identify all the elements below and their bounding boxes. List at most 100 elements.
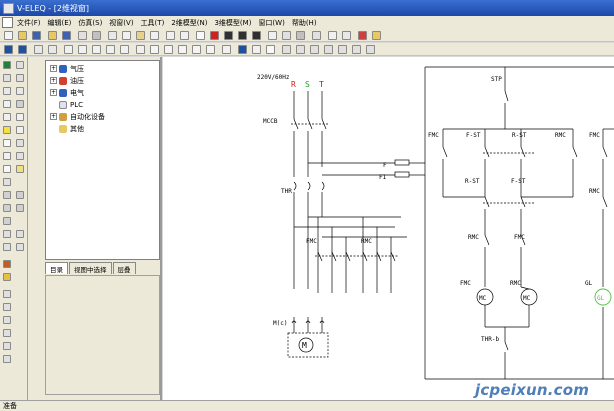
mirror5-tool-icon[interactable]: [3, 342, 11, 350]
distribute-3-icon[interactable]: [310, 45, 319, 54]
tree-item-electrical[interactable]: + 电气: [50, 87, 84, 98]
connect-icon[interactable]: [282, 31, 291, 40]
align-left-icon[interactable]: [64, 45, 73, 54]
print-preview-icon[interactable]: [92, 31, 101, 40]
menu-simulate[interactable]: 仿真(S): [78, 18, 102, 28]
copy-tool-icon[interactable]: [16, 61, 24, 69]
menu-2d-model[interactable]: 2维模型(N): [171, 18, 207, 28]
rectangle-tool-icon[interactable]: [3, 139, 11, 147]
copy-icon[interactable]: [122, 31, 131, 40]
book-icon[interactable]: [358, 31, 367, 40]
pause-icon[interactable]: [238, 31, 247, 40]
save-icon[interactable]: [32, 31, 41, 40]
wire-icon[interactable]: [268, 31, 277, 40]
measure-tool-icon[interactable]: [3, 126, 11, 134]
tree-item-automation[interactable]: + 自动化设备: [50, 111, 105, 122]
spring2-tool-icon[interactable]: [16, 230, 24, 238]
select-tool-icon[interactable]: [3, 61, 11, 69]
paint-tool-icon[interactable]: [3, 273, 11, 281]
zoom-all-icon[interactable]: [206, 45, 215, 54]
tab-view-selection[interactable]: 视图中选择: [69, 262, 112, 274]
view-2d-icon[interactable]: [4, 45, 13, 54]
align-bottom-icon[interactable]: [120, 45, 129, 54]
gear2-tool-icon[interactable]: [16, 191, 24, 199]
fill-tool-icon[interactable]: [16, 152, 24, 160]
pen-tool-icon[interactable]: [16, 100, 24, 108]
sprocket2-tool-icon[interactable]: [16, 204, 24, 212]
circle-tool-icon[interactable]: [3, 100, 11, 108]
view-panel-icon[interactable]: [48, 45, 57, 54]
delete-icon[interactable]: [150, 31, 159, 40]
zoom-fit-icon[interactable]: [178, 45, 187, 54]
paste-icon[interactable]: [136, 31, 145, 40]
page-icon[interactable]: [196, 31, 205, 40]
zoom-out-icon[interactable]: [164, 45, 173, 54]
arc-tool-icon[interactable]: [16, 74, 24, 82]
mirror3-tool-icon[interactable]: [3, 316, 11, 324]
distribute-1-icon[interactable]: [282, 45, 291, 54]
tree-item-pneumatic[interactable]: + 气压: [50, 63, 84, 74]
curve-tool-icon[interactable]: [16, 87, 24, 95]
sprocket-tool-icon[interactable]: [3, 204, 11, 212]
mirror6-tool-icon[interactable]: [3, 355, 11, 363]
align-right-icon[interactable]: [92, 45, 101, 54]
gear-tool-icon[interactable]: [3, 191, 11, 199]
text-box-icon[interactable]: [252, 45, 261, 54]
open-project-icon[interactable]: [48, 31, 57, 40]
list-icon[interactable]: [328, 31, 337, 40]
menu-3d-model[interactable]: 3维模型(M): [214, 18, 251, 28]
expand-icon[interactable]: +: [50, 89, 57, 96]
line-tool-icon[interactable]: [3, 74, 11, 82]
view-split-icon[interactable]: [18, 45, 27, 54]
expand-icon[interactable]: +: [50, 113, 57, 120]
menu-tools[interactable]: 工具(T): [141, 18, 165, 28]
cut-icon[interactable]: [108, 31, 117, 40]
tree-item-plc[interactable]: PLC: [59, 99, 83, 110]
hatch-tool-icon[interactable]: [3, 243, 11, 251]
polyline-tool-icon[interactable]: [3, 87, 11, 95]
tree-item-hydraulic[interactable]: + 油压: [50, 75, 84, 86]
tab-layers[interactable]: 层叠: [112, 262, 136, 274]
ellipse-tool-icon[interactable]: [3, 113, 11, 121]
open-folder-icon[interactable]: [18, 31, 27, 40]
run-icon[interactable]: [210, 31, 219, 40]
text-tool-icon[interactable]: [3, 165, 11, 173]
tree-item-other[interactable]: 其他: [59, 123, 84, 134]
menu-file[interactable]: 文件(F): [17, 18, 41, 28]
rect2-tool-icon[interactable]: [16, 139, 24, 147]
document-icon[interactable]: [2, 17, 13, 28]
folder-icon[interactable]: [372, 31, 381, 40]
drawing-canvas[interactable]: 220V/60Hz R S T MCCB F F1 THR FMC RMC M(…: [163, 57, 614, 400]
spring-tool-icon[interactable]: [3, 230, 11, 238]
stop-icon[interactable]: [252, 31, 261, 40]
zoom-window-icon[interactable]: [192, 45, 201, 54]
save-project-icon[interactable]: [62, 31, 71, 40]
chain-tool-icon[interactable]: [3, 217, 11, 225]
align-center-icon[interactable]: [78, 45, 87, 54]
pointer-icon[interactable]: [266, 45, 275, 54]
view-3d-icon[interactable]: [34, 45, 43, 54]
menu-edit[interactable]: 编辑(E): [48, 18, 72, 28]
menu-window[interactable]: 窗口(W): [258, 18, 284, 28]
rotate-icon[interactable]: [136, 45, 145, 54]
play-icon[interactable]: [224, 31, 233, 40]
layer-icon[interactable]: [342, 31, 351, 40]
component-tree[interactable]: + 气压 + 油压 + 电气 PLC + 自动化设备 其他: [45, 60, 160, 260]
print-icon[interactable]: [78, 31, 87, 40]
hatch2-tool-icon[interactable]: [16, 243, 24, 251]
redo-icon[interactable]: [180, 31, 189, 40]
zoom-in-icon[interactable]: [150, 45, 159, 54]
polygon-tool-icon[interactable]: [3, 152, 11, 160]
distribute-2-icon[interactable]: [296, 45, 305, 54]
expand-icon[interactable]: +: [50, 77, 57, 84]
distribute-4-icon[interactable]: [324, 45, 333, 54]
corner-tool-icon[interactable]: [16, 126, 24, 134]
undo-icon[interactable]: [166, 31, 175, 40]
new-file-icon[interactable]: [4, 31, 13, 40]
mirror2-tool-icon[interactable]: [3, 303, 11, 311]
ellipse2-tool-icon[interactable]: [16, 113, 24, 121]
tab-catalog[interactable]: 目录: [45, 262, 68, 274]
mirror-tool-icon[interactable]: [3, 290, 11, 298]
speaker-tool-icon[interactable]: [16, 165, 24, 173]
distribute-7-icon[interactable]: [366, 45, 375, 54]
